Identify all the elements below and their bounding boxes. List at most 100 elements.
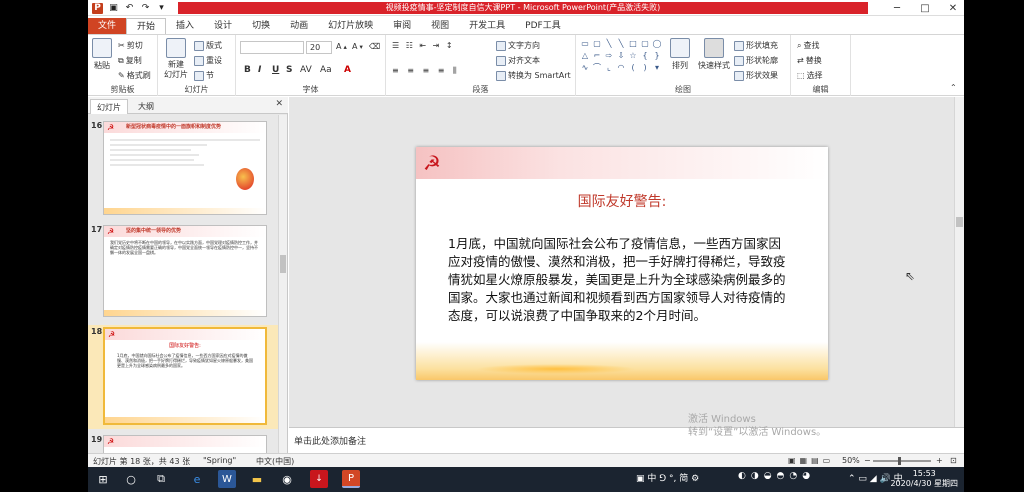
slide-thumbnail-16[interactable]: 16 ☭ 新型冠状病毒疫情中的一面旗帜和制度优势	[88, 119, 278, 219]
line-shape-icon[interactable]: ╲	[604, 39, 614, 49]
zoom-level[interactable]: 50%	[842, 456, 860, 465]
app-icon[interactable]: ↓	[310, 470, 328, 488]
shape-effects-button[interactable]: 形状效果	[734, 70, 778, 81]
undo-icon[interactable]: ↶	[124, 3, 135, 14]
shape-outline-button[interactable]: 形状轮廓	[734, 55, 778, 66]
tab-review[interactable]: 审阅	[383, 18, 421, 34]
list-buttons[interactable]: ☰ ☷ ⇤ ⇥ ↕	[392, 41, 455, 50]
current-slide[interactable]: ☭ 国际友好警告: 1月底，中国就向国际社会公布了疫情信息，一些西方国家因应对疫…	[416, 147, 828, 380]
replace-button[interactable]: ⇄ 替换	[797, 55, 822, 66]
fit-slide-icon[interactable]: ⊡	[950, 456, 957, 465]
search-icon[interactable]: ○	[122, 470, 140, 488]
more-shapes-icon[interactable]: ▾	[652, 63, 662, 73]
rect2-shape-icon[interactable]: □	[628, 39, 638, 49]
shapes-gallery[interactable]: ▭ ▢ ╲ ╲ □ ▢ ◯ △ ⌐ ⇨ ⇩ ☆{} ∿ ⌒ ⌞ ◠() ▾	[580, 39, 662, 73]
triangle-shape-icon[interactable]: △	[580, 51, 590, 61]
tab-home[interactable]: 开始	[126, 18, 167, 34]
arrow-shape-icon[interactable]: ⇨	[604, 51, 614, 61]
slide-title[interactable]: 国际友好警告:	[416, 191, 828, 211]
arrow2-shape-icon[interactable]: ⇩	[616, 51, 626, 61]
panel-close-icon[interactable]: ✕	[275, 99, 283, 109]
italic-button[interactable]: I	[258, 65, 261, 75]
redo-icon[interactable]: ↷	[140, 3, 151, 14]
tab-slideshow[interactable]: 幻灯片放映	[318, 18, 383, 34]
font-name-combo[interactable]	[240, 41, 304, 54]
layout-button[interactable]: 版式	[194, 40, 222, 51]
character-spacing-icon[interactable]: AV	[300, 65, 312, 75]
slide-thumbnail-18[interactable]: 18 ☭ 国际友好警告: 1月底，中国就向国际社会公布了疫情信息，一些西方国家因…	[88, 325, 278, 429]
arrange-button[interactable]: 排列	[670, 38, 690, 71]
angle-shape-icon[interactable]: ⌐	[592, 51, 602, 61]
font-size-combo[interactable]: 20	[306, 41, 332, 54]
bold-button[interactable]: B	[244, 65, 251, 75]
powerpoint-taskbar-icon[interactable]: P	[342, 470, 360, 488]
panel-scroll-thumb[interactable]	[280, 255, 286, 273]
customize-qat-icon[interactable]: ▾	[156, 3, 167, 14]
text-direction-button[interactable]: 文字方向	[496, 40, 540, 51]
view-buttons[interactable]: ▣▦▤▭	[788, 456, 834, 465]
quick-styles-button[interactable]: 快速样式	[698, 38, 730, 71]
tab-pdf-tools[interactable]: PDF工具	[515, 18, 571, 34]
brace4-shape-icon[interactable]: )	[640, 63, 650, 73]
textbox-shape-icon[interactable]: ▭	[580, 39, 590, 49]
convert-smartart-button[interactable]: 转换为 SmartArt	[496, 70, 571, 81]
close-icon[interactable]: ✕	[946, 3, 960, 14]
notes-pane[interactable]: 单击此处添加备注	[289, 427, 964, 453]
word-icon[interactable]: W	[218, 470, 236, 488]
save-icon[interactable]: ▣	[108, 3, 119, 14]
minimize-icon[interactable]: ─	[890, 3, 904, 14]
cut-button[interactable]: ✂ 剪切	[118, 40, 143, 51]
windows-start-icon[interactable]: ⊞	[94, 470, 112, 488]
tab-outline[interactable]: 大纲	[132, 99, 160, 114]
format-painter-button[interactable]: ✎ 格式刷	[118, 70, 151, 81]
strikethrough-button[interactable]: S	[286, 65, 292, 75]
select-button[interactable]: ⬚ 选择	[797, 70, 823, 81]
change-case-icon[interactable]: Aa	[320, 65, 332, 75]
tab-animations[interactable]: 动画	[280, 18, 318, 34]
section-button[interactable]: 节	[194, 70, 214, 81]
shape-fill-button[interactable]: 形状填充	[734, 40, 778, 51]
edge-icon[interactable]: e	[188, 470, 206, 488]
canvas-scrollbar[interactable]	[954, 97, 964, 427]
tab-view[interactable]: 视图	[421, 18, 459, 34]
collapse-ribbon-icon[interactable]: ⌃	[950, 83, 957, 92]
file-explorer-icon[interactable]: ▬	[248, 470, 266, 488]
slide-thumbnail-17[interactable]: 17 ☭ 坚的集中统一领导的优势 我们党历史中将不断在中国的领导，在中以实践方面，…	[88, 223, 278, 321]
system-tray-icons[interactable]: ▣ 中 ⅁ °, 简 ⚙	[636, 471, 699, 484]
rect-shape-icon[interactable]: ▢	[592, 39, 602, 49]
tab-slides[interactable]: 幻灯片	[90, 99, 128, 114]
oval-shape-icon[interactable]: ◯	[652, 39, 662, 49]
panel-scrollbar[interactable]	[278, 115, 287, 453]
tray-app-icons[interactable]: ◐◑◒◓◔◕	[738, 471, 815, 481]
grow-font-button[interactable]: A ▴	[336, 42, 347, 51]
font-color-button[interactable]: A	[344, 65, 351, 75]
curve-shape-icon[interactable]: ∿	[580, 63, 590, 73]
tab-transitions[interactable]: 切换	[242, 18, 280, 34]
slide-body-text[interactable]: 1月底，中国就向国际社会公布了疫情信息，一些西方国家因应对疫情的傲慢、漠然和消极…	[448, 235, 788, 325]
tab-file[interactable]: 文件	[88, 18, 127, 34]
taskbar-clock[interactable]: 15:53 2020/4/30 星期四	[890, 469, 958, 489]
brace-shape-icon[interactable]: {	[640, 51, 650, 61]
elbow-shape-icon[interactable]: ⌞	[604, 63, 614, 73]
rounded-shape-icon[interactable]: ▢	[640, 39, 650, 49]
slide-thumbnail-19[interactable]: 19 ☭	[88, 433, 278, 455]
zoom-slider-thumb[interactable]	[898, 457, 901, 465]
copy-button[interactable]: ⧉ 复制	[118, 55, 142, 66]
tab-developer[interactable]: 开发工具	[459, 18, 515, 34]
shrink-font-button[interactable]: A ▾	[352, 42, 363, 51]
arc-shape-icon[interactable]: ⌒	[592, 63, 602, 73]
canvas-scroll-thumb[interactable]	[956, 217, 963, 227]
underline-button[interactable]: U	[272, 65, 279, 75]
clear-formatting-icon[interactable]: ⌫	[369, 42, 380, 51]
find-button[interactable]: ⌕ 查找	[797, 40, 819, 51]
new-slide-button[interactable]: 新建 幻灯片	[164, 38, 188, 80]
zoom-out-icon[interactable]: −	[864, 456, 871, 465]
zoom-in-icon[interactable]: +	[936, 456, 943, 465]
paste-button[interactable]: 粘贴	[92, 38, 112, 71]
curve2-shape-icon[interactable]: ◠	[616, 63, 626, 73]
task-view-icon[interactable]: ⧉	[152, 470, 170, 488]
reset-button[interactable]: 重设	[194, 55, 222, 66]
line2-shape-icon[interactable]: ╲	[616, 39, 626, 49]
zoom-slider[interactable]	[873, 457, 931, 465]
media-player-icon[interactable]: ◉	[278, 470, 296, 488]
